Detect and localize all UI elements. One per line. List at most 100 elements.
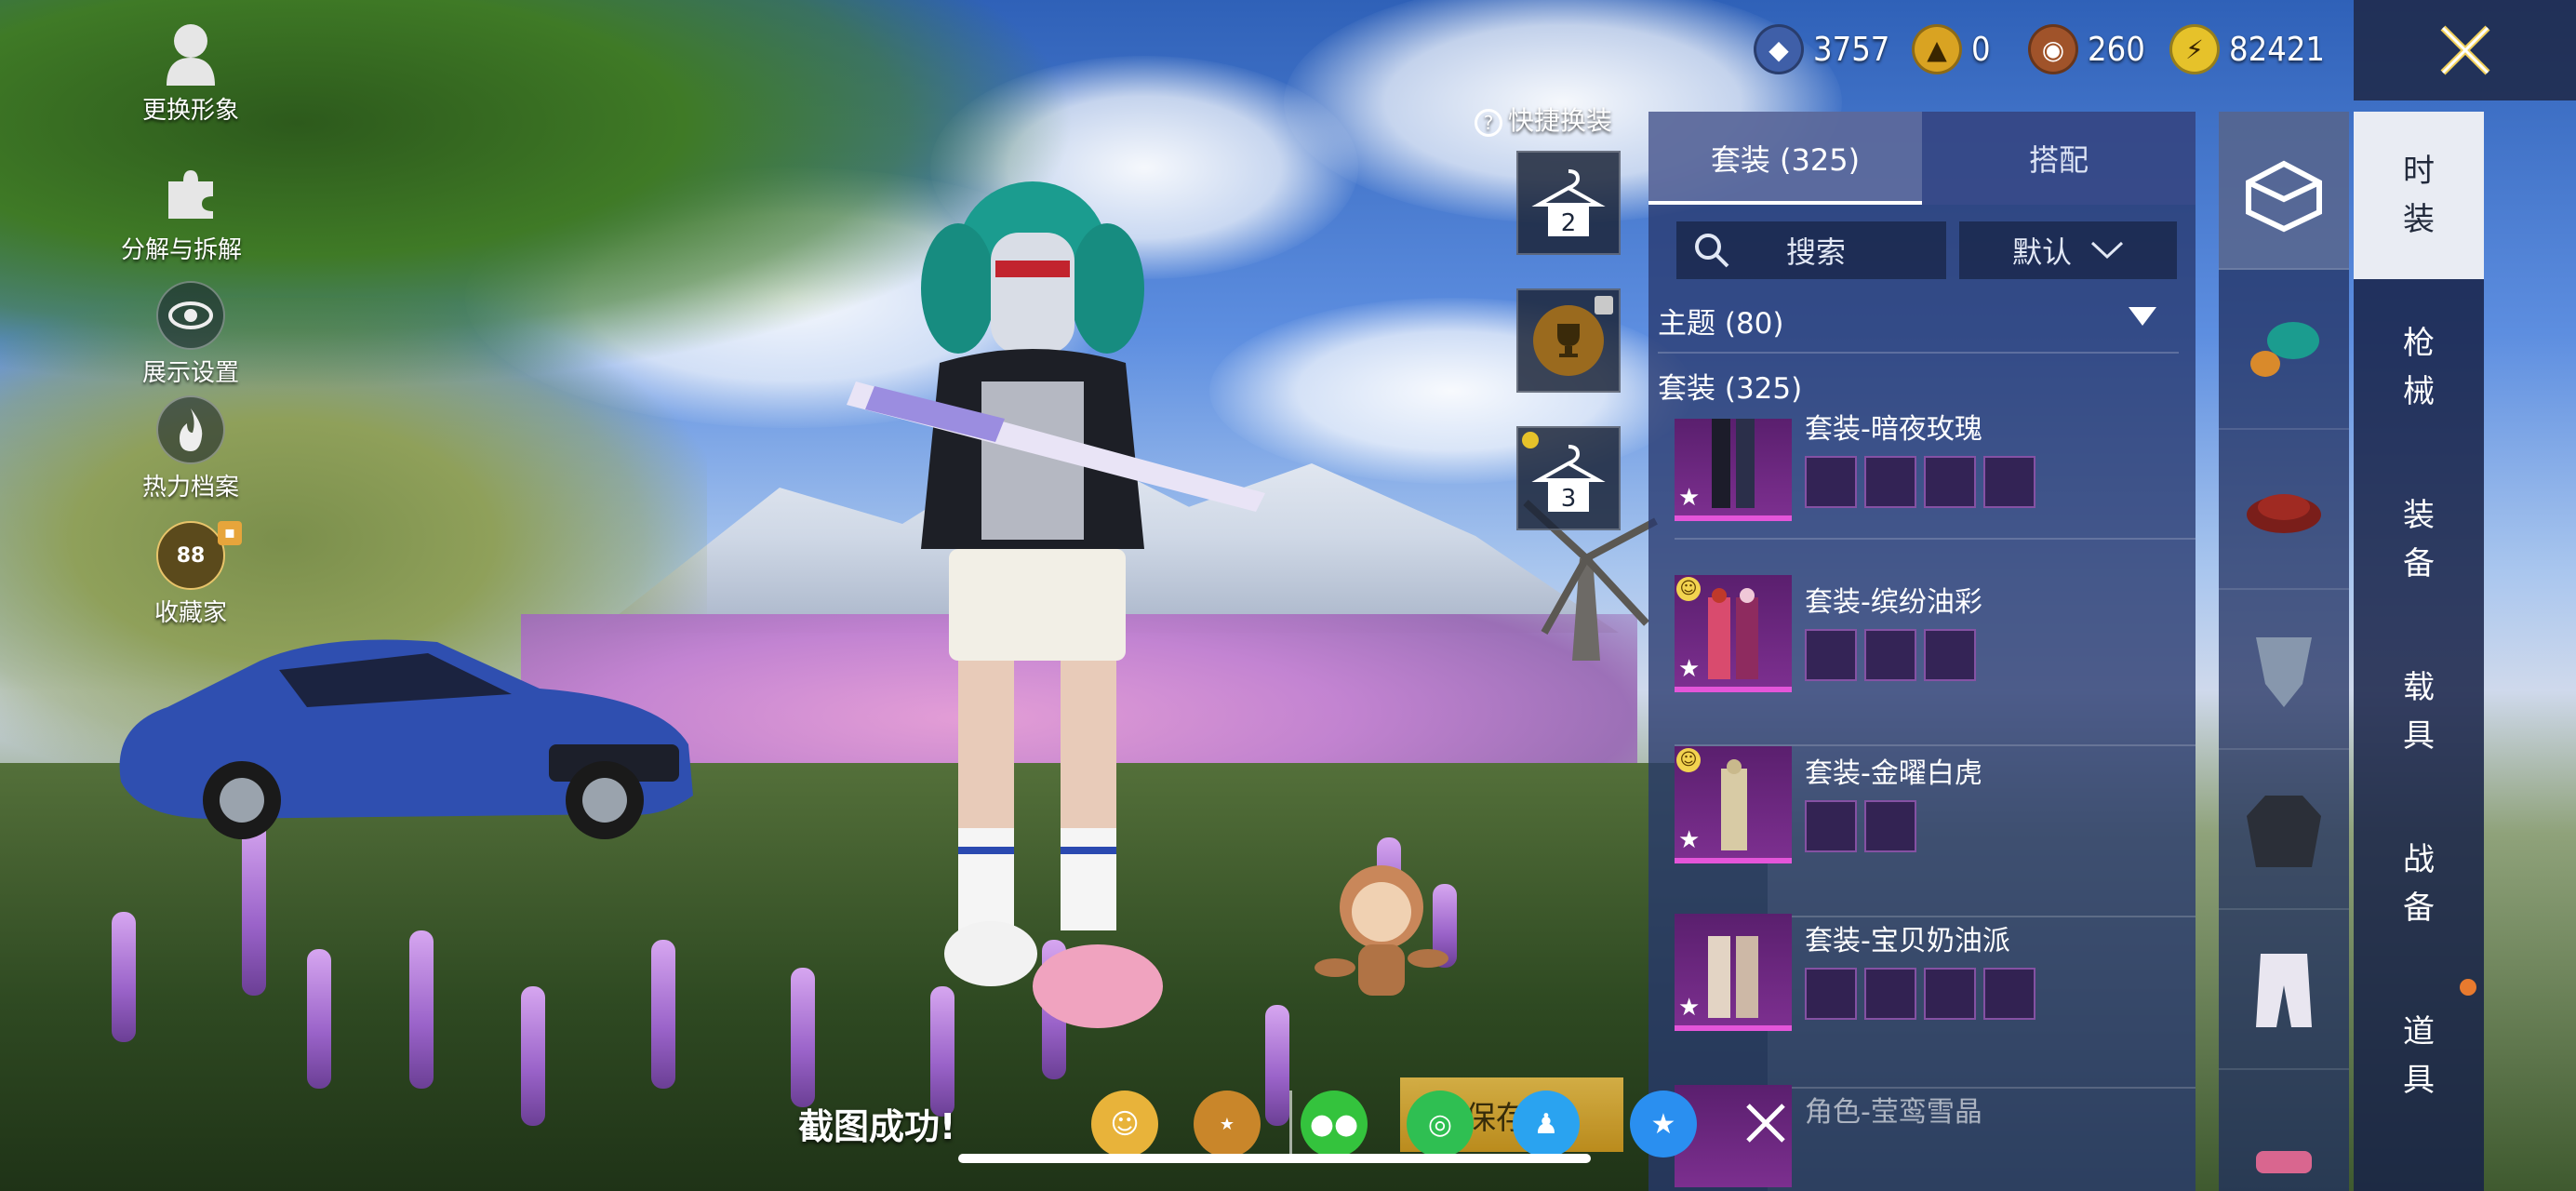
part-thumbnail[interactable] xyxy=(1924,968,1976,1020)
tab-suits[interactable]: 套装 (325) xyxy=(1648,112,1922,205)
chevron-down-icon xyxy=(2090,241,2124,260)
currency-lightning[interactable]: ⚡ 82421 xyxy=(2169,20,2325,78)
part-thumbnail[interactable] xyxy=(1864,456,1916,508)
star-icon: ★ xyxy=(1678,994,1701,1022)
change-appearance-button[interactable]: 更换形象 xyxy=(112,19,270,126)
display-settings-button[interactable]: 展示设置 xyxy=(112,281,270,388)
notification-dot xyxy=(2460,979,2476,996)
menu-label: 展示设置 xyxy=(141,359,239,387)
pants-icon xyxy=(2256,954,2312,1027)
divider xyxy=(1675,538,2196,540)
search-icon xyxy=(1695,234,1729,268)
category-jacket[interactable] xyxy=(2219,752,2349,910)
item-name: 套装-缤纷油彩 xyxy=(1805,586,1982,619)
lupin-flower xyxy=(521,986,545,1126)
screenshot-success-toast: 截图成功! xyxy=(798,1106,956,1147)
nav-combat-gear[interactable]: 战备 xyxy=(2354,800,2484,968)
nav-guns[interactable]: 枪械 xyxy=(2354,284,2484,451)
outfit-thumbnail: ☺ ★ xyxy=(1675,746,1792,863)
part-thumbnail[interactable] xyxy=(1864,629,1916,681)
share-qzone[interactable]: ★ xyxy=(1630,1091,1697,1158)
lupin-flower xyxy=(791,968,815,1107)
part-thumbnail[interactable] xyxy=(1805,800,1857,852)
share-qq[interactable]: ♟ xyxy=(1513,1091,1580,1158)
nav-vehicles[interactable]: 载具 xyxy=(2354,628,2484,796)
home-indicator[interactable] xyxy=(958,1154,1591,1163)
pet-companion xyxy=(1315,865,1448,996)
quick-slot-3[interactable]: 3 xyxy=(1516,426,1621,530)
star-icon: ★ xyxy=(1678,484,1701,512)
nav-label: 枪械 xyxy=(2403,325,2435,410)
part-thumbnail[interactable] xyxy=(1805,629,1857,681)
hat-icon xyxy=(2247,494,2321,533)
item-name: 套装-宝贝奶油派 xyxy=(1805,925,2010,957)
heat-profile-button[interactable]: 热力档案 xyxy=(112,395,270,502)
category-mask[interactable] xyxy=(2219,592,2349,750)
mask-icon xyxy=(2256,637,2312,707)
list-item[interactable]: ★ 套装-宝贝奶油派 xyxy=(1675,914,2196,1089)
currency-bronze[interactable]: ◉ 260 xyxy=(2028,20,2145,78)
quick-slot-2[interactable]: 2 xyxy=(1516,151,1621,255)
part-thumbnail[interactable] xyxy=(1924,629,1976,681)
part-thumbnail[interactable] xyxy=(1864,800,1916,852)
moments-icon: ◎ xyxy=(1427,1107,1453,1141)
sort-dropdown[interactable]: 默认 xyxy=(1959,221,2177,279)
category-suit[interactable]: 套装 (325) xyxy=(1658,365,2179,407)
list-item[interactable]: ☺ ★ 套装-金曜白虎 xyxy=(1675,746,2196,917)
share-peace-friends[interactable]: ☺ xyxy=(1091,1091,1158,1158)
outfit-thumbnail: ☺ ★ xyxy=(1675,575,1792,692)
part-thumbnail[interactable] xyxy=(1983,456,2035,508)
quick-slot-locked[interactable] xyxy=(1516,288,1621,393)
currency-diamond[interactable]: ◆ 3757 xyxy=(1754,20,1889,78)
category-shoes[interactable] xyxy=(2219,1072,2349,1191)
smiley-icon: ☺ xyxy=(1676,748,1701,772)
outfit-figure xyxy=(1712,419,1755,508)
outfit-thumbnail: ★ xyxy=(1675,914,1792,1031)
share-wechat[interactable]: ●● xyxy=(1301,1091,1368,1158)
share-game-community[interactable]: ★ xyxy=(1194,1091,1261,1158)
hair-icon xyxy=(2250,322,2319,377)
outfit-figure xyxy=(1708,588,1758,679)
menu-label: 热力档案 xyxy=(141,474,239,502)
search-input[interactable]: 搜索 xyxy=(1676,221,1946,279)
quick-change-label[interactable]: ? 快捷换装 xyxy=(1475,100,1612,138)
sort-label: 默认 xyxy=(2011,234,2072,270)
nav-equipment[interactable]: 装备 xyxy=(2354,456,2484,623)
user-indicator-icon xyxy=(1522,432,1539,448)
share-close-button[interactable] xyxy=(1735,1092,1796,1154)
nav-items[interactable]: 道具 xyxy=(2354,972,2484,1140)
nav-fashion[interactable]: 时装 xyxy=(2354,112,2484,279)
currency-gold[interactable]: ▲ 0 xyxy=(1912,20,1991,78)
category-hat[interactable] xyxy=(2219,432,2349,590)
part-thumbnail[interactable] xyxy=(1924,456,1976,508)
item-parts xyxy=(1805,800,1916,852)
svg-text:3: 3 xyxy=(1561,485,1577,513)
item-parts xyxy=(1805,629,1976,681)
menu-label: 分解与拆解 xyxy=(120,236,242,264)
puzzle-icon xyxy=(156,158,225,227)
decompose-button[interactable]: 分解与拆解 xyxy=(112,158,270,265)
currency-value: 82421 xyxy=(2229,30,2326,69)
list-item[interactable]: ☺ ★ 套装-缤纷油彩 xyxy=(1675,575,2196,746)
game-logo-icon: ★ xyxy=(1219,1114,1235,1134)
tab-combos[interactable]: 搭配 xyxy=(1922,112,2196,205)
part-thumbnail[interactable] xyxy=(1805,456,1857,508)
category-hair[interactable] xyxy=(2219,272,2349,430)
player-character xyxy=(847,181,1265,1028)
outfit-panel: 套装 (325) 搭配 搜索 默认 主题 (80) 套装 (325) ★ 套装-… xyxy=(1648,112,2196,1191)
part-thumbnail[interactable] xyxy=(1983,968,2035,1020)
share-moments[interactable]: ◎ xyxy=(1407,1091,1474,1158)
wardrobe-icon xyxy=(2246,160,2322,233)
lupin-flower xyxy=(112,912,136,1042)
part-thumbnail[interactable] xyxy=(1805,968,1857,1020)
list-item[interactable]: ★ 套装-暗夜玫瑰 xyxy=(1675,413,2196,540)
collector-button[interactable]: 88 ▪ 收藏家 xyxy=(112,521,270,628)
collector-badge-icon: 88 xyxy=(156,521,225,590)
category-wardrobe[interactable] xyxy=(2219,112,2349,270)
category-theme[interactable]: 主题 (80) xyxy=(1658,300,2179,341)
star-icon: ★ xyxy=(1678,826,1701,854)
category-pants[interactable] xyxy=(2219,912,2349,1070)
close-button[interactable] xyxy=(2354,0,2576,100)
item-parts xyxy=(1805,968,2035,1020)
part-thumbnail[interactable] xyxy=(1864,968,1916,1020)
